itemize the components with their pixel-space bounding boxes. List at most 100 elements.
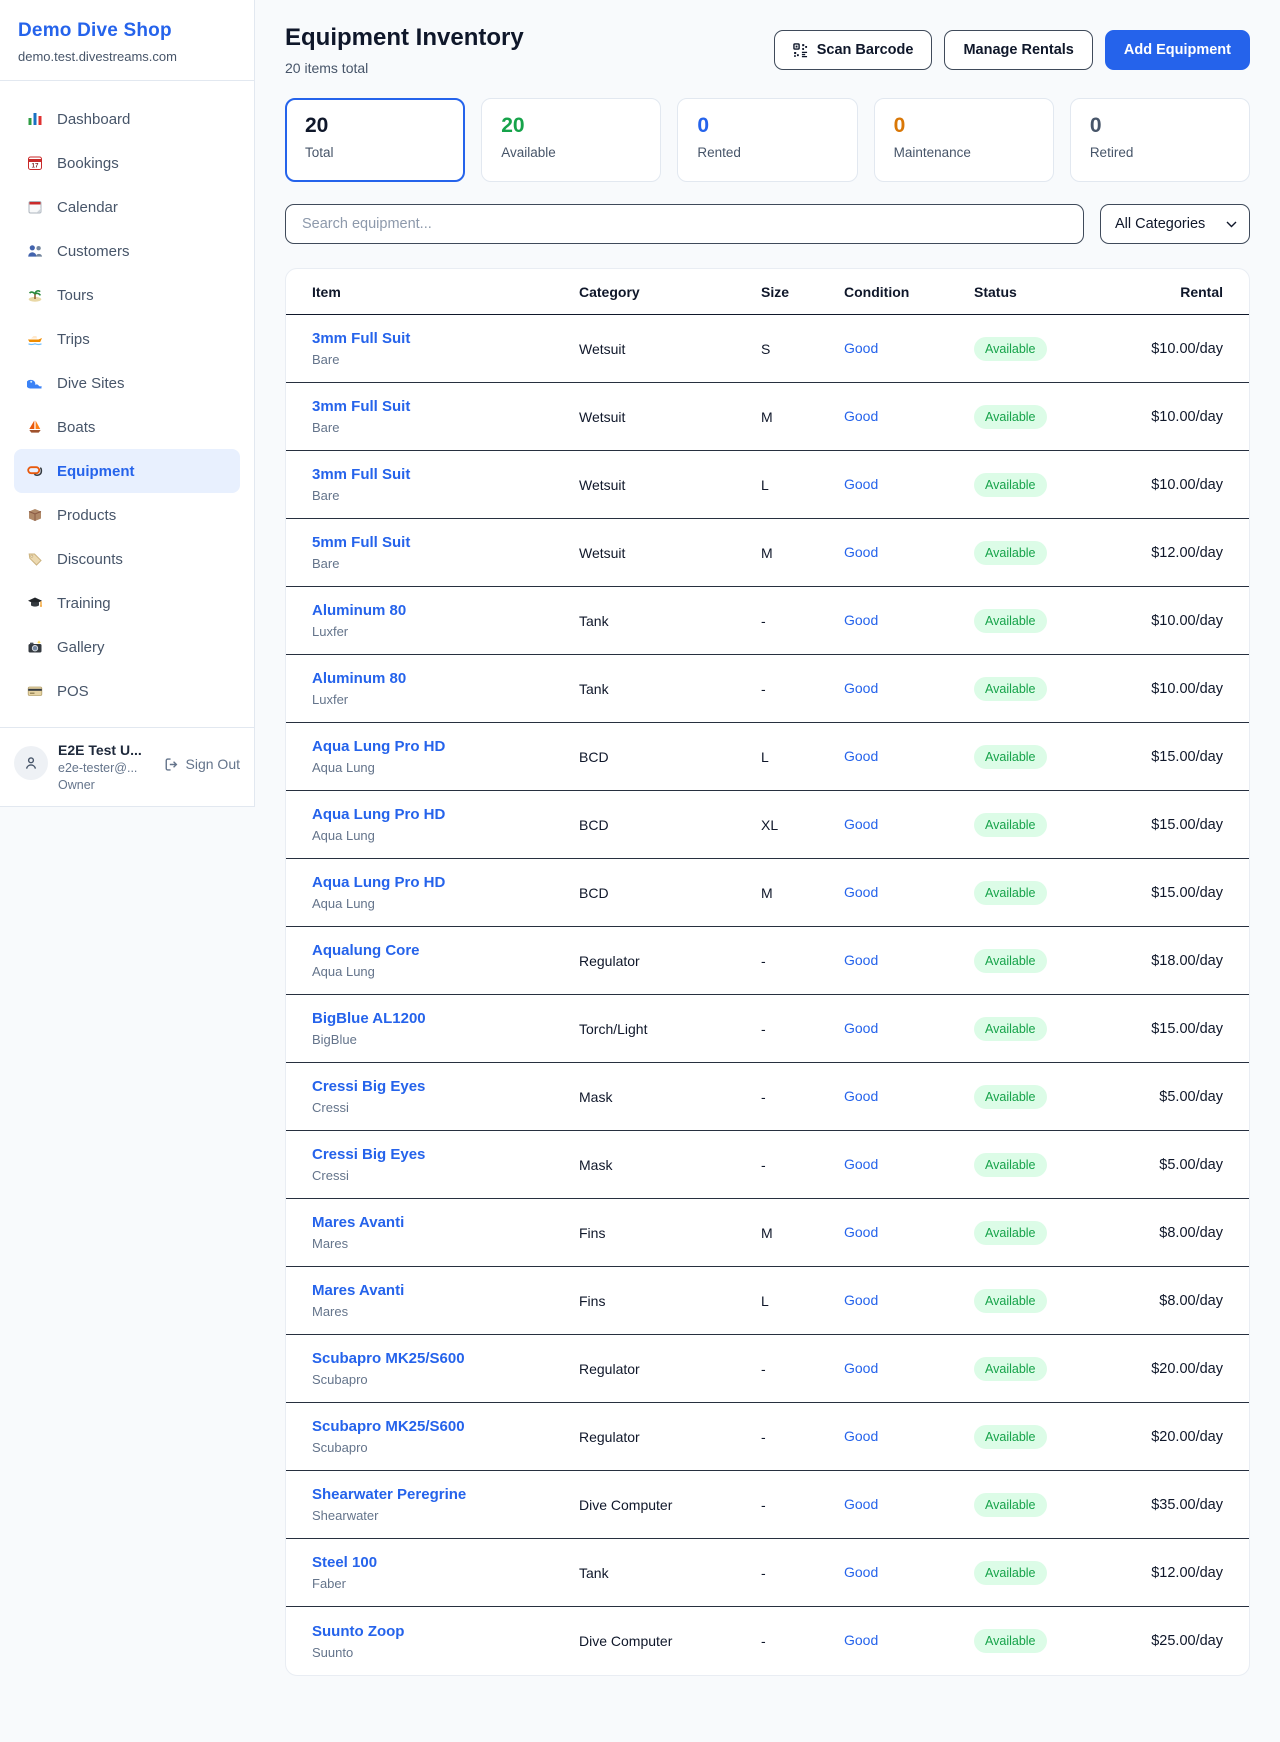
item-name-link[interactable]: Suunto Zoop <box>312 1623 404 1640</box>
item-name-link[interactable]: Aqualung Core <box>312 942 420 959</box>
item-condition-link[interactable]: Good <box>844 1564 878 1580</box>
condition-cell: Good <box>844 408 974 426</box>
item-name-link[interactable]: 5mm Full Suit <box>312 534 410 551</box>
item-cell: 3mm Full Suit Bare <box>312 330 579 367</box>
table-row: Aluminum 80 Luxfer Tank - Good Available… <box>286 655 1249 723</box>
table-row: Scubapro MK25/S600 Scubapro Regulator - … <box>286 1335 1249 1403</box>
item-name-link[interactable]: BigBlue AL1200 <box>312 1010 426 1027</box>
sidebar-item-calendar[interactable]: Calendar <box>14 185 240 229</box>
search-input[interactable] <box>285 204 1084 244</box>
sidebar-item-trips[interactable]: Trips <box>14 317 240 361</box>
dive-mask-icon <box>26 463 44 479</box>
item-condition-link[interactable]: Good <box>844 408 878 424</box>
sidebar-item-equipment[interactable]: Equipment <box>14 449 240 493</box>
brand-block: Demo Dive Shop demo.test.divestreams.com <box>0 0 254 80</box>
item-cell: Cressi Big Eyes Cressi <box>312 1078 579 1115</box>
item-name-link[interactable]: Scubapro MK25/S600 <box>312 1350 465 1367</box>
user-role: Owner <box>58 778 142 792</box>
status-badge: Available <box>974 1085 1047 1109</box>
item-condition-link[interactable]: Good <box>844 748 878 764</box>
item-size: - <box>761 1497 844 1513</box>
item-name-link[interactable]: Scubapro MK25/S600 <box>312 1418 465 1435</box>
item-size: M <box>761 409 844 425</box>
sidebar-item-boats[interactable]: Boats <box>14 405 240 449</box>
stat-card-total[interactable]: 20 Total <box>285 98 465 182</box>
item-name-link[interactable]: Shearwater Peregrine <box>312 1486 466 1503</box>
item-name-link[interactable]: 3mm Full Suit <box>312 398 410 415</box>
sidebar-item-gallery[interactable]: Gallery <box>14 625 240 669</box>
item-cell: 3mm Full Suit Bare <box>312 466 579 503</box>
item-name-link[interactable]: 3mm Full Suit <box>312 330 410 347</box>
category-filter-select[interactable]: All Categories <box>1100 204 1250 244</box>
stat-label: Available <box>501 145 641 160</box>
scan-barcode-button[interactable]: Scan Barcode <box>774 30 933 70</box>
sidebar-item-dive-sites[interactable]: Dive Sites <box>14 361 240 405</box>
brand-name: Demo Dive Shop <box>18 20 236 42</box>
manage-rentals-button[interactable]: Manage Rentals <box>944 30 1092 70</box>
sidebar-item-discounts[interactable]: Discounts <box>14 537 240 581</box>
item-name-link[interactable]: Aqua Lung Pro HD <box>312 874 445 891</box>
item-condition-link[interactable]: Good <box>844 1020 878 1036</box>
item-condition-link[interactable]: Good <box>844 816 878 832</box>
stat-card-available[interactable]: 20 Available <box>481 98 661 182</box>
item-condition-link[interactable]: Good <box>844 1224 878 1240</box>
item-name-link[interactable]: Cressi Big Eyes <box>312 1146 425 1163</box>
item-condition-link[interactable]: Good <box>844 884 878 900</box>
sidebar-item-pos[interactable]: POS <box>14 669 240 713</box>
condition-cell: Good <box>844 1564 974 1582</box>
item-category: Wetsuit <box>579 341 761 357</box>
item-name-link[interactable]: 3mm Full Suit <box>312 466 410 483</box>
item-cell: Shearwater Peregrine Shearwater <box>312 1486 579 1523</box>
item-name-link[interactable]: Cressi Big Eyes <box>312 1078 425 1095</box>
item-condition-link[interactable]: Good <box>844 1292 878 1308</box>
item-name-link[interactable]: Aqua Lung Pro HD <box>312 738 445 755</box>
stat-card-rented[interactable]: 0 Rented <box>677 98 857 182</box>
table-row: Steel 100 Faber Tank - Good Available $1… <box>286 1539 1249 1607</box>
sidebar-item-training[interactable]: Training <box>14 581 240 625</box>
item-condition-link[interactable]: Good <box>844 680 878 696</box>
item-category: Mask <box>579 1089 761 1105</box>
condition-cell: Good <box>844 816 974 834</box>
column-header-status: Status <box>974 284 1129 300</box>
stat-value: 0 <box>894 114 1034 138</box>
item-name-link[interactable]: Mares Avanti <box>312 1214 404 1231</box>
status-cell: Available <box>974 1153 1129 1177</box>
sidebar-item-products[interactable]: Products <box>14 493 240 537</box>
item-brand: Bare <box>312 488 579 503</box>
status-cell: Available <box>974 1221 1129 1245</box>
stat-card-retired[interactable]: 0 Retired <box>1070 98 1250 182</box>
item-category: Fins <box>579 1293 761 1309</box>
table-row: Aqua Lung Pro HD Aqua Lung BCD XL Good A… <box>286 791 1249 859</box>
item-brand: Aqua Lung <box>312 964 579 979</box>
item-condition-link[interactable]: Good <box>844 1360 878 1376</box>
sidebar-item-customers[interactable]: Customers <box>14 229 240 273</box>
item-condition-link[interactable]: Good <box>844 1156 878 1172</box>
item-condition-link[interactable]: Good <box>844 340 878 356</box>
item-name-link[interactable]: Aluminum 80 <box>312 670 406 687</box>
speedboat-icon <box>26 331 44 347</box>
item-condition-link[interactable]: Good <box>844 476 878 492</box>
item-name-link[interactable]: Aqua Lung Pro HD <box>312 806 445 823</box>
sign-out-button[interactable]: Sign Out <box>164 756 240 772</box>
table-row: Mares Avanti Mares Fins M Good Available… <box>286 1199 1249 1267</box>
item-name-link[interactable]: Steel 100 <box>312 1554 377 1571</box>
sidebar-item-bookings[interactable]: 17 Bookings <box>14 141 240 185</box>
stat-card-maintenance[interactable]: 0 Maintenance <box>874 98 1054 182</box>
item-condition-link[interactable]: Good <box>844 1428 878 1444</box>
item-condition-link[interactable]: Good <box>844 952 878 968</box>
item-name-link[interactable]: Aluminum 80 <box>312 602 406 619</box>
condition-cell: Good <box>844 1496 974 1514</box>
add-equipment-button[interactable]: Add Equipment <box>1105 30 1250 70</box>
sidebar-item-tours[interactable]: Tours <box>14 273 240 317</box>
status-cell: Available <box>974 1629 1129 1653</box>
item-condition-link[interactable]: Good <box>844 1632 878 1648</box>
table-row: Mares Avanti Mares Fins L Good Available… <box>286 1267 1249 1335</box>
item-name-link[interactable]: Mares Avanti <box>312 1282 404 1299</box>
sidebar-item-dashboard[interactable]: Dashboard <box>14 97 240 141</box>
title-block: Equipment Inventory 20 items total <box>285 24 524 76</box>
item-condition-link[interactable]: Good <box>844 612 878 628</box>
item-condition-link[interactable]: Good <box>844 544 878 560</box>
item-condition-link[interactable]: Good <box>844 1496 878 1512</box>
table-row: Cressi Big Eyes Cressi Mask - Good Avail… <box>286 1063 1249 1131</box>
item-condition-link[interactable]: Good <box>844 1088 878 1104</box>
